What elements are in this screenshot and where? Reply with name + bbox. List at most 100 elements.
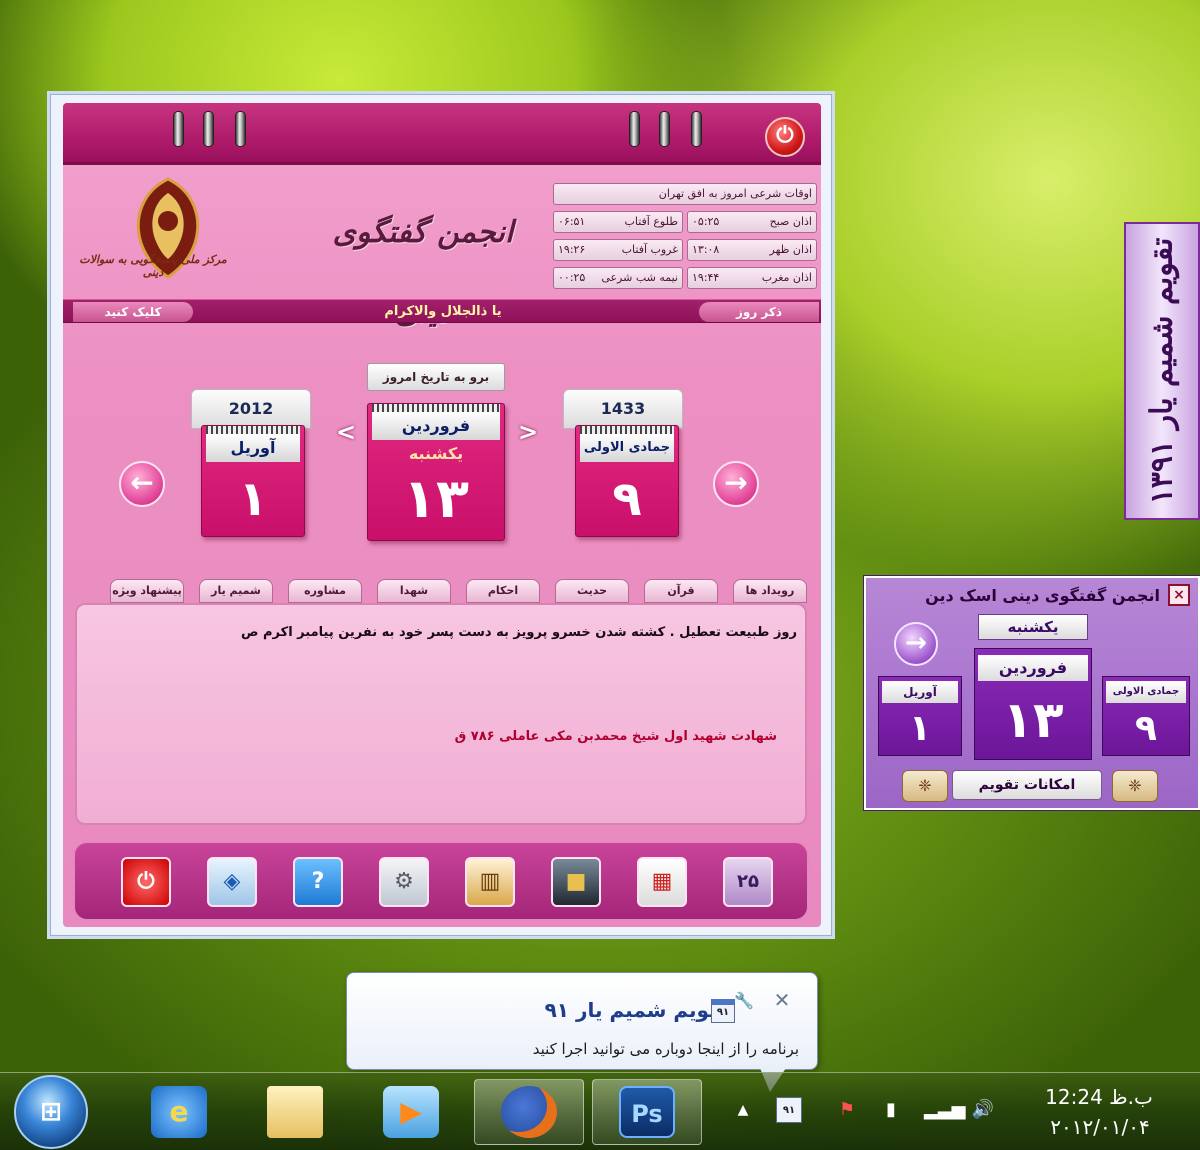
prayer-value: ۰۰:۲۵ xyxy=(558,271,586,284)
persian-day: ۱۳ xyxy=(403,467,469,530)
events-content-box: روز طبیعت تعطیل . کشته شدن خسرو پرویز به… xyxy=(75,603,807,825)
event-text-secondary: شهادت شهید اول شیخ محمدبن مکی عاملی ۷۸۶ … xyxy=(454,729,777,744)
help-icon[interactable]: ? xyxy=(293,857,343,907)
hijri-year: 1433 xyxy=(563,389,683,429)
folder-icon xyxy=(267,1086,323,1138)
prayer-value: ۰۵:۲۵ xyxy=(692,215,720,228)
power-icon[interactable]: ⏻ xyxy=(121,857,171,907)
prayer-label: اذان مغرب xyxy=(761,271,812,284)
prayer-label: اذان ظهر xyxy=(769,243,812,256)
bottom-toolbar: ⏻ ◈ ? ⚙ ▥ ■ ▦ ۲۵ xyxy=(73,841,809,921)
mini-hijri-month: جمادی الاولی xyxy=(1106,681,1186,703)
taskbar-explorer[interactable] xyxy=(240,1079,350,1145)
taskbar-media-player[interactable]: ▶ xyxy=(356,1079,466,1145)
calendar-features-button[interactable]: امکانات تقویم xyxy=(952,770,1102,800)
mini-persian-month: فروردین xyxy=(978,655,1088,681)
tab-5[interactable]: مشاوره xyxy=(288,579,362,603)
logo-icon[interactable]: ◈ xyxy=(207,857,257,907)
close-icon[interactable]: ✕ xyxy=(771,989,793,1011)
tab-3[interactable]: احکام xyxy=(466,579,540,603)
network-signal-icon[interactable]: ▂▃▅ xyxy=(924,1097,966,1123)
prayer-time-cell: اذان صبح ۰۵:۲۵ xyxy=(687,211,817,233)
prayer-value: ۰۶:۵۱ xyxy=(558,215,586,228)
zekr-label: ذکر روز xyxy=(699,302,819,322)
windows-logo-icon: ⊞ xyxy=(40,1097,62,1127)
mini-gregorian-card: آوریل ۱ xyxy=(878,676,962,756)
hijri-date-card: جمادی الاولی ۹ xyxy=(575,425,679,537)
calendar-icon[interactable]: ▦ xyxy=(637,857,687,907)
prayer-label: نیمه شب شرعی xyxy=(601,271,678,284)
next-month-button[interactable]: → xyxy=(713,461,759,507)
prayer-value: ۱۳:۰۸ xyxy=(692,243,720,256)
book-icon[interactable]: ▥ xyxy=(465,857,515,907)
close-icon[interactable]: × xyxy=(1168,584,1190,606)
persian-date-card: فروردین یکشنبه ۱۳ xyxy=(367,403,505,541)
prayer-value: ۱۹:۴۴ xyxy=(692,271,720,284)
mini-gregorian-day: ۱ xyxy=(909,708,931,749)
taskbar-firefox[interactable] xyxy=(474,1079,584,1145)
kaaba-icon[interactable]: ■ xyxy=(551,857,601,907)
binder-ring xyxy=(629,111,640,147)
calendar-window: ⏻ مرکز ملی پاسخگویی به سوالات دینی انجمن… xyxy=(50,94,832,936)
binder-ring xyxy=(173,111,184,147)
start-button[interactable]: ⊞ xyxy=(14,1075,88,1149)
action-center-flag-icon[interactable]: ⚑ xyxy=(834,1097,860,1123)
click-here-button[interactable]: کلیک کنید xyxy=(73,302,193,322)
show-hidden-icons-icon[interactable]: ▲ xyxy=(730,1097,756,1123)
next-day-arrow[interactable]: > xyxy=(517,417,539,447)
tab-7[interactable]: پیشنهاد ویژه xyxy=(110,579,184,603)
hijri-day: ۹ xyxy=(612,471,642,527)
card-spiral xyxy=(372,404,500,412)
persian-month: فروردین xyxy=(372,412,500,440)
tab-1[interactable]: قرآن xyxy=(644,579,718,603)
top-binding-band[interactable]: ⏻ xyxy=(63,103,821,165)
event-text-primary: روز طبیعت تعطیل . کشته شدن خسرو پرویز به… xyxy=(241,625,797,640)
title-stripe: کلیک کنید یا ذالجلال والاکرام ذکر روز xyxy=(63,299,821,323)
prev-day-arrow[interactable]: < xyxy=(335,417,357,447)
clock-time[interactable]: 12:24 ب.ظ xyxy=(1034,1083,1164,1111)
settings-icon[interactable]: ⚙ xyxy=(379,857,429,907)
taskbar: ⊞ e ▶ Ps ▲ ۹۱ ⚑ ▮ ▂▃▅ 🔊 12:24 ب.ظ ۲۰۱۲/۰… xyxy=(0,1072,1200,1150)
binder-ring xyxy=(691,111,702,147)
prayer-time-cell: طلوع آفتاب ۰۶:۵۱ xyxy=(553,211,683,233)
media-player-icon: ▶ xyxy=(383,1086,439,1138)
prayer-time-cell: اذان مغرب ۱۹:۴۴ xyxy=(687,267,817,289)
mini-hijri-day: ۹ xyxy=(1135,708,1157,749)
tab-6[interactable]: شمیم یار xyxy=(199,579,273,603)
power-plug-icon[interactable]: ▮ xyxy=(878,1097,904,1123)
mini-weekday: یکشنبه xyxy=(978,614,1088,640)
firefox-icon xyxy=(501,1086,557,1138)
prayer-time-cell: غروب آفتاب ۱۹:۲۶ xyxy=(553,239,683,261)
tab-0[interactable]: رویداد ها xyxy=(733,579,807,603)
card-spiral xyxy=(206,426,300,434)
calendar-icon: ۹۱ xyxy=(711,999,735,1023)
tab-4[interactable]: شهدا xyxy=(377,579,451,603)
internet-explorer-icon: e xyxy=(151,1086,207,1138)
persian-weekday: یکشنبه xyxy=(408,444,464,463)
power-icon[interactable]: ⏻ xyxy=(765,117,805,157)
side-title-banner: تقویم شمیم یار ۱۳۹۱ xyxy=(1124,222,1200,520)
taskbar-photoshop[interactable]: Ps xyxy=(592,1079,702,1145)
date-25-icon[interactable]: ۲۵ xyxy=(723,857,773,907)
balloon-message: برنامه را از اینجا دوباره می توانید اجرا… xyxy=(532,1040,799,1058)
goto-today-button[interactable]: برو به تاریخ امروز xyxy=(367,363,505,391)
tab-2[interactable]: حدیث xyxy=(555,579,629,603)
calendar-tray-icon[interactable]: ۹۱ xyxy=(776,1097,802,1123)
gregorian-month: آوریل xyxy=(206,434,300,462)
mini-next-button[interactable]: → xyxy=(894,622,938,666)
photoshop-icon: Ps xyxy=(619,1086,675,1138)
prayer-label: اذان صبح xyxy=(769,215,812,228)
wrench-icon[interactable]: 🔧 xyxy=(733,991,755,1013)
prayer-label: طلوع آفتاب xyxy=(624,215,678,228)
clock-date[interactable]: ۲۰۱۲/۰۱/۰۴ xyxy=(1030,1113,1170,1141)
gregorian-date-card: آوریل ۱ xyxy=(201,425,305,537)
prayer-value: ۱۹:۲۶ xyxy=(558,243,586,256)
mini-widget-title: انجمن گفتگوی دینی اسک دین xyxy=(925,586,1160,605)
mini-calendar-widget[interactable]: انجمن گفتگوی دینی اسک دین × → یکشنبه آور… xyxy=(864,576,1200,810)
notification-balloon[interactable]: تقویم شمیم یار ۹۱ ۹۱ 🔧 ✕ برنامه را از ای… xyxy=(346,972,818,1070)
prev-month-button[interactable]: ← xyxy=(119,461,165,507)
gregorian-day: ۱ xyxy=(238,471,268,527)
taskbar-internet-explorer[interactable]: e xyxy=(124,1079,234,1145)
logo-caption: مرکز ملی پاسخگویی به سوالات دینی xyxy=(79,253,227,279)
volume-icon[interactable]: 🔊 xyxy=(970,1097,996,1123)
